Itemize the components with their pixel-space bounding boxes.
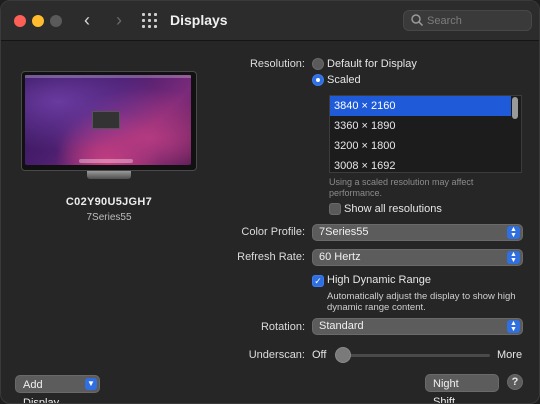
underscan-slider-knob[interactable] — [335, 347, 351, 363]
up-down-chevron-icon: ▲ ▼ — [507, 226, 520, 239]
resolution-option[interactable]: 3360 × 1890 — [330, 116, 511, 136]
scaled-note-line1: Using a scaled resolution may affect — [329, 177, 474, 187]
back-chevron-icon[interactable]: ‹ — [77, 10, 97, 30]
display-name: C02Y90U5JGH7 — [65, 196, 153, 208]
display-model: 7Series55 — [86, 212, 132, 223]
window-title: Displays — [170, 12, 228, 28]
hdr-desc-line1: Automatically adjust the display to show… — [327, 291, 516, 302]
underscan-label: Underscan: — [248, 349, 305, 361]
zoom-window-button[interactable] — [50, 15, 62, 27]
refresh-rate-label: Refresh Rate: — [237, 251, 305, 263]
refresh-rate-popup[interactable]: 60 Hertz ▲ ▼ — [312, 249, 523, 266]
rotation-popup[interactable]: Standard ▲ ▼ — [312, 318, 523, 335]
search-field[interactable]: Search — [403, 10, 532, 31]
forward-chevron-icon[interactable]: › — [109, 10, 129, 30]
rotation-value: Standard — [319, 320, 364, 332]
hdr-desc-line2: dynamic range content. — [327, 302, 426, 313]
displays-window: ‹ › Displays Search C02Y90U5JGH7 7Series… — [0, 0, 540, 404]
add-display-button[interactable]: Add Display ▼ — [15, 375, 100, 403]
show-all-grid-icon[interactable] — [142, 13, 158, 29]
color-profile-value: 7Series55 — [319, 226, 369, 238]
display-thumbnail[interactable] — [21, 71, 197, 179]
monitor-window-preview — [92, 111, 120, 129]
resolution-label: Resolution: — [249, 58, 305, 70]
close-window-button[interactable] — [14, 15, 26, 27]
search-placeholder: Search — [427, 15, 462, 27]
default-for-display-radio[interactable] — [312, 58, 324, 70]
scaled-label: Scaled — [327, 74, 361, 86]
underscan-off-label: Off — [312, 349, 327, 361]
resolution-list[interactable]: 3840 × 2160 3360 × 1890 3200 × 1800 3008… — [329, 95, 522, 173]
monitor-menubar — [25, 75, 191, 78]
show-all-resolutions-label: Show all resolutions — [344, 203, 442, 215]
scaled-radio[interactable] — [312, 74, 324, 86]
color-profile-label: Color Profile: — [241, 226, 305, 238]
refresh-rate-value: 60 Hertz — [319, 251, 361, 263]
resolution-option[interactable]: 3008 × 1692 — [330, 156, 511, 172]
night-shift-label: Night Shift… — [433, 378, 467, 404]
resolution-list-scrollbar[interactable] — [512, 97, 518, 119]
add-display-label: Add Display — [23, 379, 60, 404]
show-all-resolutions-checkbox[interactable] — [329, 203, 341, 215]
minimize-window-button[interactable] — [32, 15, 44, 27]
resolution-option[interactable]: 3840 × 2160 — [330, 96, 511, 116]
search-icon — [411, 14, 424, 27]
underscan-more-label: More — [497, 349, 523, 361]
color-profile-popup[interactable]: 7Series55 ▲ ▼ — [312, 224, 523, 241]
underscan-slider-track[interactable] — [337, 354, 490, 357]
up-down-chevron-icon: ▲ ▼ — [507, 251, 520, 264]
chevron-down-icon: ▼ — [85, 378, 97, 390]
night-shift-button[interactable]: Night Shift… — [425, 374, 499, 403]
up-down-chevron-icon: ▲ ▼ — [507, 320, 520, 333]
title-bar: ‹ › Displays Search — [1, 1, 539, 41]
help-button[interactable]: ? — [507, 374, 523, 390]
hdr-label: High Dynamic Range — [327, 274, 431, 286]
resolution-option[interactable]: 3200 × 1800 — [330, 136, 511, 156]
default-for-display-label: Default for Display — [327, 58, 417, 70]
scaled-note-line2: performance. — [329, 188, 383, 198]
monitor-stand — [87, 171, 131, 179]
rotation-label: Rotation: — [260, 321, 305, 333]
monitor-dock — [79, 159, 133, 163]
hdr-checkbox[interactable]: ✓ — [312, 275, 324, 287]
